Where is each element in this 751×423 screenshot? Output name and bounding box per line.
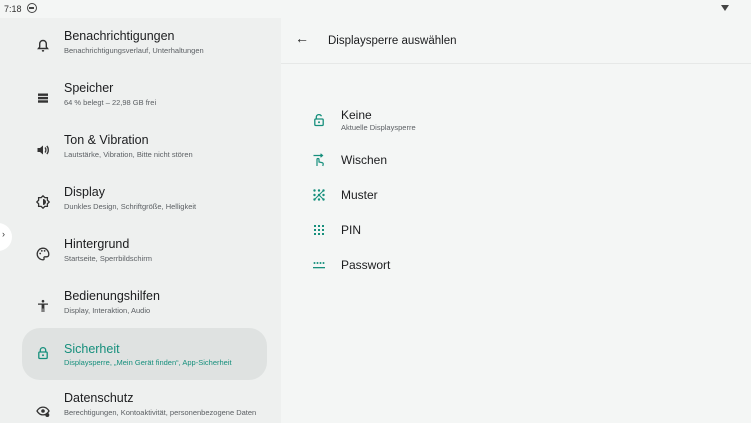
sidebar-item-subtitle: Dunkles Design, Schriftgröße, Helligkeit <box>64 202 197 211</box>
sidebar-item-title: Bedienungshilfen <box>64 289 160 303</box>
page-title: Displaysperre auswählen <box>328 35 457 47</box>
pin-icon <box>311 222 327 238</box>
palette-icon <box>34 245 52 263</box>
lock-icon <box>34 344 52 362</box>
detail-header: ← Displaysperre auswählen <box>281 18 751 62</box>
lock-option-swipe[interactable]: Wischen <box>301 145 721 175</box>
lock-option-label: Muster <box>341 188 378 202</box>
lock-option-pin[interactable]: PIN <box>301 215 721 245</box>
lock-option-label: Wischen <box>341 153 388 167</box>
swipe-icon <box>311 152 327 168</box>
sidebar-item-subtitle: 64 % belegt – 22,98 GB frei <box>64 98 157 107</box>
brightness-icon <box>34 193 52 211</box>
detail-pane: ← Displaysperre auswählen Keine Aktuelle… <box>281 18 751 423</box>
accessibility-icon <box>34 297 52 315</box>
sidebar-item-notifications[interactable]: Benachrichtigungen Benachrichtigungsverl… <box>22 24 267 70</box>
sidebar-item-subtitle: Lautstärke, Vibration, Bitte nicht störe… <box>64 150 193 159</box>
sidebar-item-subtitle: Berechtigungen, Kontoaktivität, personen… <box>64 408 257 417</box>
volume-icon <box>34 141 52 159</box>
sidebar-item-title: Ton & Vibration <box>64 133 149 147</box>
lock-option-none[interactable]: Keine Aktuelle Displaysperre <box>301 105 721 135</box>
status-time: 7:18 <box>4 4 22 14</box>
wifi-icon <box>721 5 729 11</box>
sidebar-item-wallpaper[interactable]: Hintergrund Startseite, Sperrbildschirm <box>22 232 267 278</box>
storage-icon <box>34 89 52 107</box>
lock-option-label: Passwort <box>341 258 391 272</box>
sidebar-item-display[interactable]: Display Dunkles Design, Schriftgröße, He… <box>22 180 267 226</box>
privacy-icon <box>34 402 52 420</box>
do-not-disturb-icon <box>27 3 37 13</box>
sidebar-item-security[interactable]: Sicherheit Displaysperre, „Mein Gerät fi… <box>22 328 267 380</box>
status-bar: 7:18 <box>0 0 751 18</box>
sidebar-collapse-handle[interactable]: › <box>0 223 12 251</box>
pattern-icon <box>311 187 327 203</box>
sidebar-item-subtitle: Displaysperre, „Mein Gerät finden“, App-… <box>64 358 232 367</box>
unlock-icon <box>311 112 327 128</box>
password-icon <box>311 257 327 273</box>
sidebar-item-title: Speicher <box>64 81 114 95</box>
sidebar-item-subtitle: Benachrichtigungsverlauf, Unterhaltungen <box>64 46 204 55</box>
lock-option-password[interactable]: Passwort <box>301 250 721 280</box>
sidebar-item-title: Benachrichtigungen <box>64 29 175 43</box>
sidebar-item-accessibility[interactable]: Bedienungshilfen Display, Interaktion, A… <box>22 284 267 330</box>
sidebar-item-title: Display <box>64 185 105 199</box>
sidebar-item-sound[interactable]: Ton & Vibration Lautstärke, Vibration, B… <box>22 128 267 174</box>
sidebar-item-title: Sicherheit <box>64 342 120 356</box>
settings-sidebar: › Benachrichtigungen Benachrichtigungsve… <box>0 18 281 423</box>
sidebar-item-title: Hintergrund <box>64 237 130 251</box>
bell-icon <box>34 37 52 55</box>
lock-option-label: Keine <box>341 108 372 122</box>
back-arrow-icon[interactable]: ← <box>295 30 309 46</box>
sidebar-item-subtitle: Startseite, Sperrbildschirm <box>64 254 152 263</box>
lock-option-subtitle: Aktuelle Displaysperre <box>341 123 416 132</box>
header-divider <box>281 63 751 64</box>
lock-option-pattern[interactable]: Muster <box>301 180 721 210</box>
chevron-right-icon: › <box>2 229 5 239</box>
sidebar-item-title: Datenschutz <box>64 391 134 405</box>
sidebar-item-privacy[interactable]: Datenschutz Berechtigungen, Kontoaktivit… <box>22 386 267 423</box>
sidebar-item-subtitle: Display, Interaktion, Audio <box>64 306 151 315</box>
lock-option-label: PIN <box>341 223 362 237</box>
sidebar-item-storage[interactable]: Speicher 64 % belegt – 22,98 GB frei <box>22 76 267 122</box>
